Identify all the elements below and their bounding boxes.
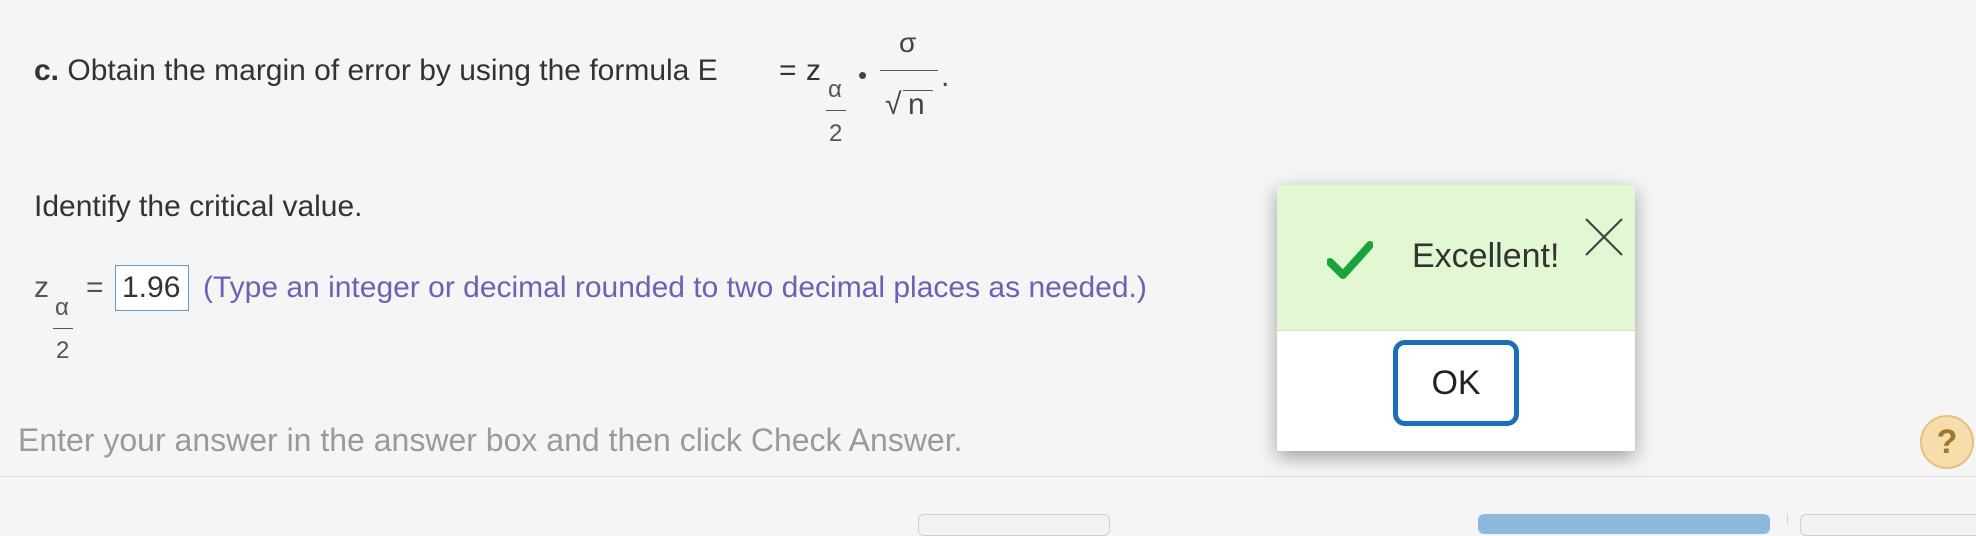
- answer-z: z: [34, 271, 49, 304]
- formula-z: z: [806, 54, 821, 87]
- question-body: Obtain the margin of error by using the …: [67, 54, 718, 87]
- formula-radical: √: [885, 88, 902, 121]
- identify-prompt: Identify the critical value.: [34, 190, 363, 223]
- check-answer-button[interactable]: [1478, 514, 1770, 534]
- formula-fraction-bar: [880, 70, 938, 71]
- answer-input[interactable]: [115, 265, 189, 311]
- close-icon[interactable]: [1582, 215, 1626, 259]
- footer-button-right[interactable]: [1800, 514, 1976, 536]
- formula-n: n: [908, 88, 925, 121]
- formula-dot: •: [858, 60, 868, 90]
- instruction-text: Enter your answer in the answer box and …: [18, 422, 963, 458]
- answer-two: 2: [56, 337, 70, 364]
- help-button[interactable]: ?: [1920, 415, 1974, 469]
- formula-sigma: σ: [899, 27, 917, 58]
- answer-alpha: α: [55, 294, 69, 321]
- formula-period: .: [941, 60, 950, 93]
- footer-divider: [0, 476, 1976, 477]
- popup-header: Excellent!: [1277, 185, 1635, 331]
- formula-sub-fraction-bar: [826, 110, 846, 111]
- popup-message: Excellent!: [1412, 237, 1560, 275]
- answer-hint: (Type an integer or decimal rounded to t…: [203, 271, 1147, 304]
- question-text: c. Obtain the margin of error by using t…: [34, 54, 718, 88]
- formula-equals: =: [779, 54, 797, 87]
- checkmark-icon: [1327, 241, 1373, 279]
- answer-sub-fraction-bar: [53, 328, 73, 329]
- formula-alpha: α: [828, 76, 842, 103]
- answer-equals: =: [86, 271, 104, 304]
- part-label: c.: [34, 54, 60, 87]
- feedback-popup: Excellent! OK: [1277, 185, 1635, 451]
- formula-two: 2: [829, 120, 843, 147]
- ok-button[interactable]: OK: [1393, 340, 1519, 426]
- footer-button-left[interactable]: [918, 514, 1110, 536]
- footer-separator: [1787, 514, 1788, 524]
